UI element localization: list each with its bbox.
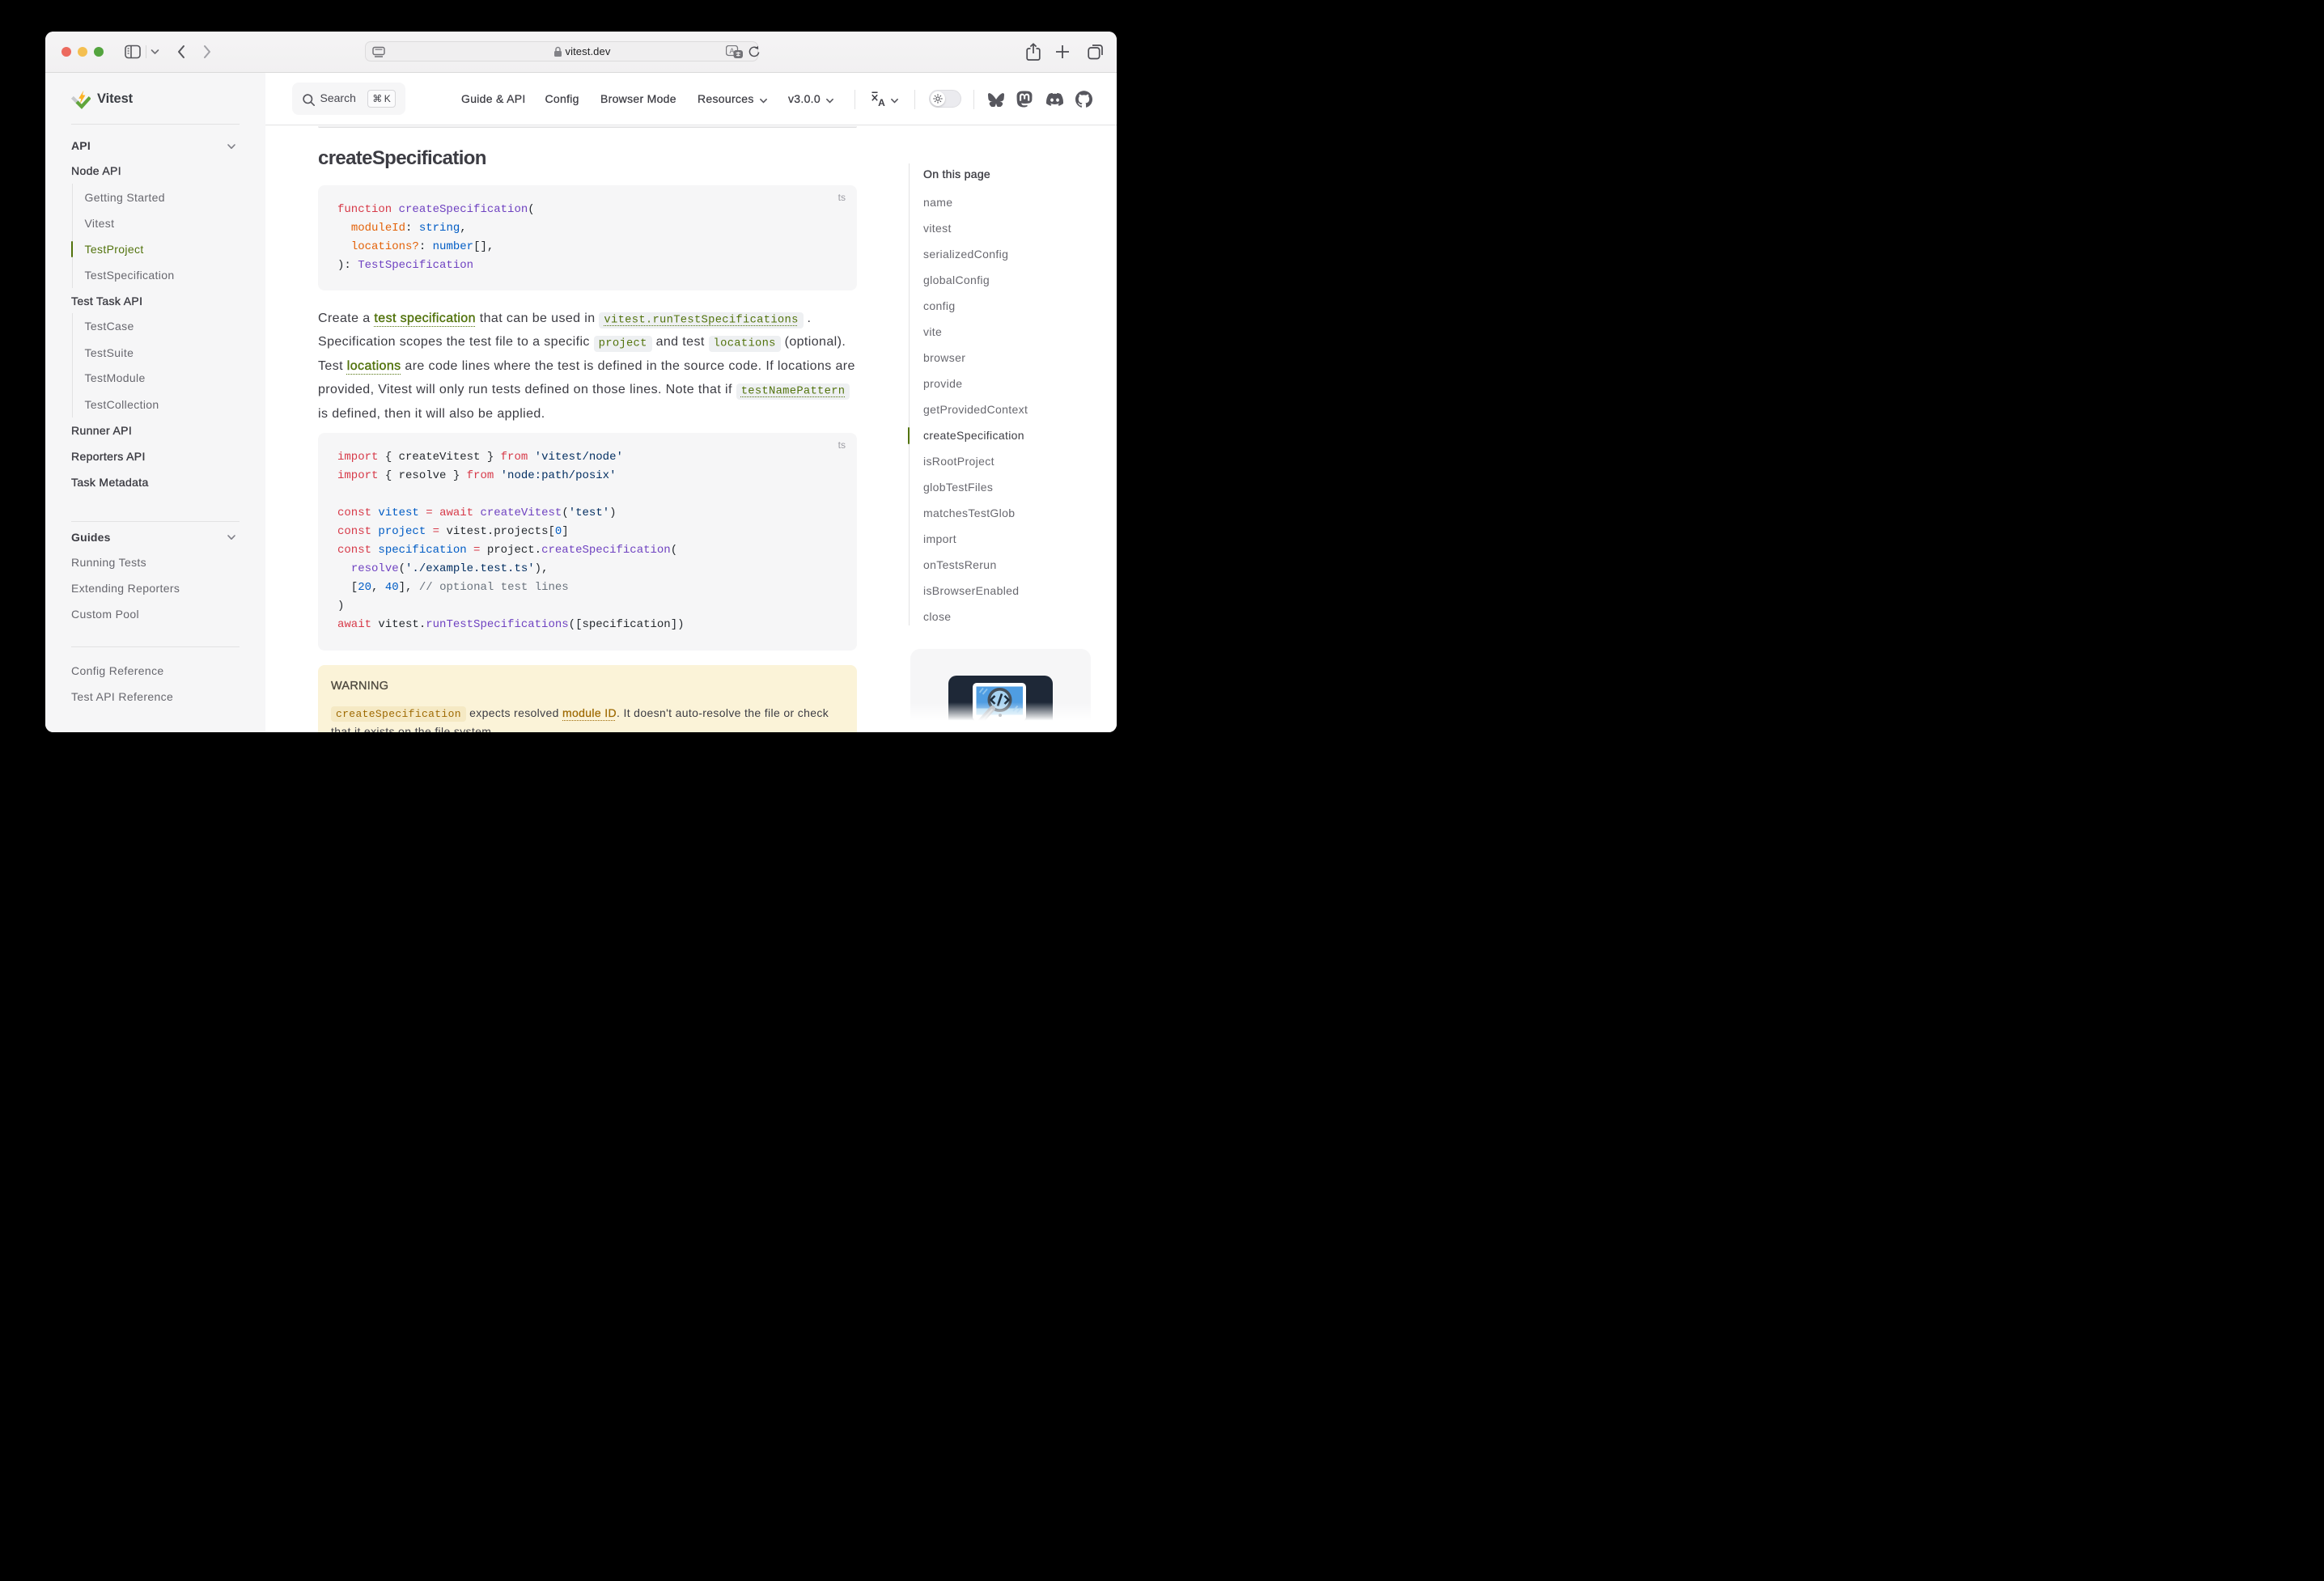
svg-text:A: A (878, 97, 885, 108)
